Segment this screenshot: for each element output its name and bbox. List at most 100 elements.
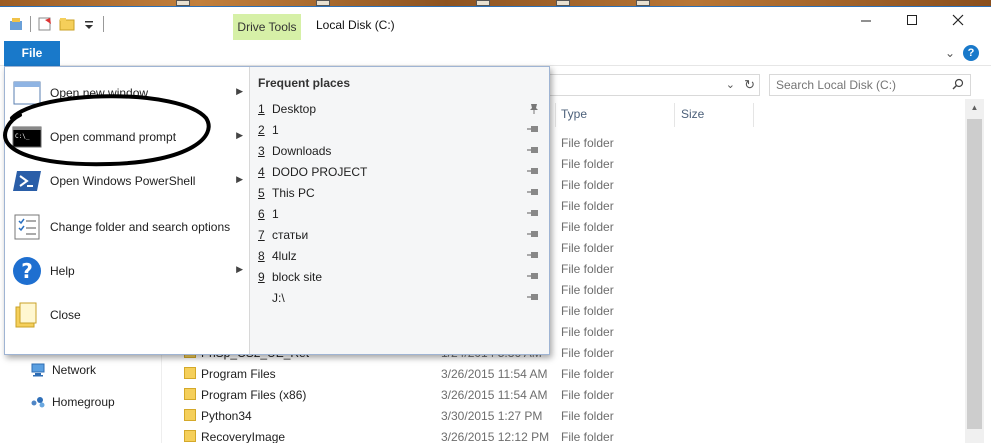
submenu-arrow-icon: ▶ [236, 130, 243, 140]
file-date-modified: 3/26/2015 11:54 AM [441, 367, 548, 381]
frequent-place-item[interactable]: 3 Downloads [258, 141, 543, 162]
pin-icon[interactable] [527, 228, 541, 240]
frequent-place-label: статьи [272, 228, 309, 242]
frequent-place-number: 6 [258, 207, 265, 221]
frequent-place-item[interactable]: J:\ [258, 288, 543, 309]
file-type: File folder [561, 199, 614, 213]
file-row[interactable]: Program Files (x86) 3/26/2015 11:54 AM Fil… [160, 385, 965, 406]
submenu-arrow-icon: ▶ [236, 174, 243, 184]
column-header-type[interactable]: Type [561, 107, 587, 127]
file-type: File folder [561, 430, 614, 443]
pin-icon[interactable] [527, 249, 541, 261]
column-separator[interactable] [674, 103, 675, 127]
frequent-place-item[interactable]: 1 Desktop [258, 99, 543, 120]
menu-item-help[interactable]: ? Help ▶ [7, 250, 247, 292]
minimize-button[interactable] [843, 11, 889, 35]
frequent-place-number: 1 [258, 102, 265, 116]
pin-icon[interactable] [527, 291, 541, 303]
pin-icon[interactable] [527, 165, 541, 177]
frequent-place-number: 7 [258, 228, 265, 242]
address-bar[interactable]: ⌄ ↻ [540, 74, 760, 96]
file-type: File folder [561, 367, 614, 381]
file-name: Python34 [201, 409, 252, 423]
menu-item-open-command-prompt[interactable]: C:\_ Open command prompt ▶ [7, 116, 247, 158]
frequent-place-label: 1 [272, 207, 279, 221]
frequent-place-item[interactable]: 8 4lulz [258, 246, 543, 267]
frequent-place-number: 2 [258, 123, 265, 137]
file-type: File folder [561, 241, 614, 255]
frequent-place-number: 9 [258, 270, 265, 284]
frequent-place-item[interactable]: 4 DODO PROJECT [258, 162, 543, 183]
column-separator[interactable] [555, 103, 556, 127]
file-row[interactable]: Program Files 3/26/2015 11:54 AM File fold… [160, 364, 965, 385]
folder-options-icon [14, 214, 40, 240]
folder-icon [184, 388, 196, 400]
search-input[interactable] [776, 78, 946, 92]
frequent-place-item[interactable]: 9 block site [258, 267, 543, 288]
column-separator[interactable] [753, 103, 754, 127]
svg-text:C:\_: C:\_ [15, 133, 30, 140]
refresh-icon[interactable]: ↻ [744, 77, 755, 93]
pin-icon[interactable] [527, 207, 541, 219]
frequent-places-panel: Frequent places 1 Desktop 2 1 3 Downloads 4 DOD… [250, 67, 549, 354]
window-title: Local Disk (C:) [316, 18, 395, 32]
frequent-place-label: 1 [272, 123, 279, 137]
file-row[interactable]: Python34 3/30/2015 1:27 PM File folder [160, 406, 965, 427]
frequent-place-number: 8 [258, 249, 265, 263]
properties-icon[interactable] [37, 16, 53, 32]
help-icon: ? [13, 257, 41, 285]
file-tab[interactable]: File [4, 41, 60, 66]
system-menu-icon[interactable] [8, 16, 24, 32]
frequent-place-number: 3 [258, 144, 265, 158]
close-button[interactable] [935, 11, 981, 35]
column-header-size[interactable]: Size [681, 107, 704, 127]
toolbar-separator [103, 16, 104, 32]
pin-icon[interactable] [527, 186, 541, 198]
file-name: RecoveryImage [201, 430, 286, 443]
close-folder-icon [15, 302, 37, 328]
help-button[interactable]: ? [963, 45, 979, 61]
file-menu: Open new window ▶ C:\_ Open command prom… [4, 66, 550, 355]
title-bar[interactable]: Drive Tools Local Disk (C:) [0, 7, 991, 40]
menu-item-folder-options[interactable]: Change folder and search options [7, 206, 247, 248]
vertical-scrollbar[interactable]: ▲ [965, 99, 984, 443]
submenu-arrow-icon: ▶ [236, 264, 243, 274]
maximize-button[interactable] [889, 11, 935, 35]
frequent-place-item[interactable]: 21 [258, 120, 543, 141]
pinned-icon[interactable] [527, 102, 541, 114]
drive-tools-context-tab[interactable]: Drive Tools [233, 14, 301, 40]
powershell-icon [13, 171, 41, 191]
pin-icon[interactable] [527, 123, 541, 135]
frequent-place-number: 5 [258, 186, 265, 200]
scroll-thumb[interactable] [967, 119, 982, 429]
file-date-modified: 3/26/2015 11:54 AM [441, 388, 548, 402]
frequent-place-label: DODO PROJECT [272, 165, 368, 179]
expand-ribbon-icon[interactable]: ⌄ [945, 46, 955, 60]
file-explorer-window: Drive Tools Local Disk (C:) File ⌄ ? ⌄ ↻ [0, 6, 991, 443]
file-row[interactable]: RecoveryImage 3/26/2015 12:12 PM File fold… [160, 427, 965, 443]
address-history-chevron-icon[interactable]: ⌄ [726, 78, 735, 91]
search-icon[interactable] [952, 78, 964, 90]
search-box[interactable] [769, 74, 971, 96]
menu-item-open-new-window[interactable]: Open new window ▶ [7, 72, 247, 114]
menu-item-label: Open new window [50, 86, 149, 100]
pin-icon[interactable] [527, 270, 541, 282]
menu-item-label: Close [50, 308, 81, 322]
frequent-places-title: Frequent places [258, 76, 351, 90]
menu-item-close[interactable]: Close [7, 294, 247, 336]
pin-icon[interactable] [527, 144, 541, 156]
frequent-place-item[interactable]: 7 статьи [258, 225, 543, 246]
file-name: Program Files (x86) [201, 388, 307, 402]
new-folder-icon[interactable] [59, 16, 75, 32]
menu-item-open-powershell[interactable]: Open Windows PowerShell ▶ [7, 160, 247, 202]
file-type: File folder [561, 409, 614, 423]
maximize-icon [907, 15, 917, 25]
scroll-up-arrow-icon[interactable]: ▲ [965, 101, 984, 115]
ribbon-tab-bar: File ⌄ ? [0, 40, 991, 66]
toolbar-separator [30, 16, 31, 32]
frequent-place-item[interactable]: 61 [258, 204, 543, 225]
customize-toolbar-icon[interactable] [81, 16, 97, 32]
file-type: File folder [561, 283, 614, 297]
frequent-place-item[interactable]: 5 This PC [258, 183, 543, 204]
frequent-place-label: 4lulz [272, 249, 297, 263]
